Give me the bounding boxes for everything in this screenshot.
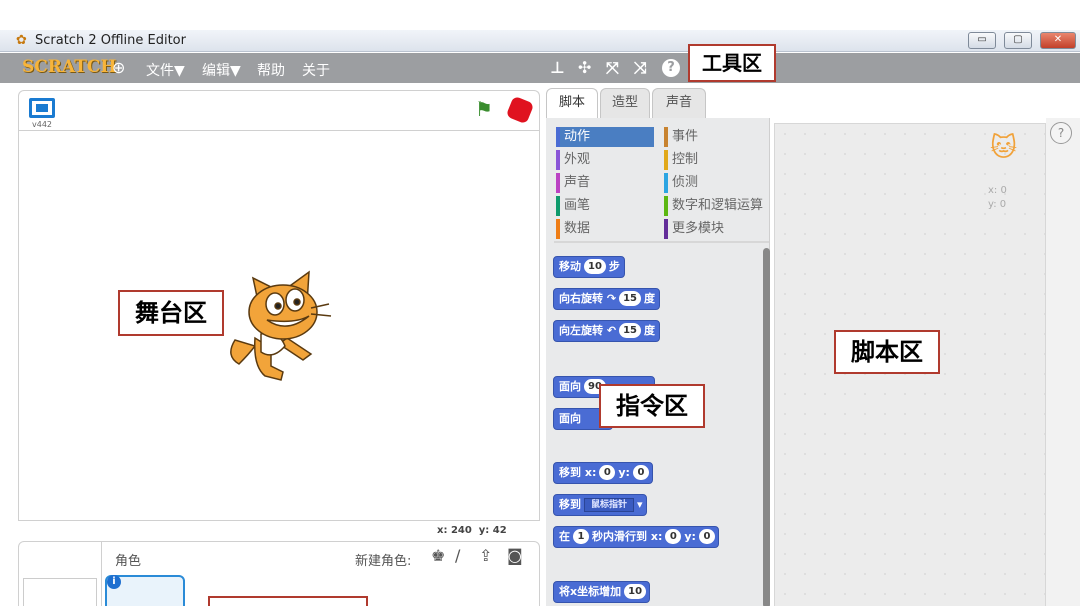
- category-sound[interactable]: 声音: [556, 173, 590, 193]
- palette-divider: [554, 241, 769, 243]
- close-button[interactable]: ✕: [1040, 32, 1076, 49]
- new-sprite-label: 新建角色:: [355, 554, 412, 569]
- menu-file[interactable]: 文件▼: [146, 60, 185, 80]
- stage-area-label: 舞台区: [118, 290, 224, 336]
- info-icon[interactable]: i: [107, 575, 121, 589]
- block-turn-left[interactable]: 向左旋转 ↶ 15 度: [553, 320, 660, 342]
- menu-edit[interactable]: 编辑▼: [202, 60, 241, 80]
- category-operators[interactable]: 数字和逻辑运算: [664, 196, 763, 216]
- green-flag-icon[interactable]: ⚑: [475, 97, 493, 121]
- stop-sign-icon[interactable]: [505, 95, 535, 125]
- category-more-blocks[interactable]: 更多模块: [664, 219, 724, 239]
- block-move[interactable]: 移动 10 步: [553, 256, 625, 278]
- block-change-x[interactable]: 将x坐标增加 10: [553, 581, 651, 603]
- sprites-label: 角色: [115, 554, 142, 569]
- sprite-library-icon[interactable]: ♚: [431, 546, 445, 565]
- shrink-icon[interactable]: ⤨: [634, 58, 647, 78]
- stage-header: v442 ⚑: [18, 90, 540, 130]
- sprite-x-label: x: 0: [988, 185, 1007, 196]
- tab-scripts[interactable]: 脚本: [546, 88, 598, 118]
- right-gutter: [1046, 118, 1080, 606]
- tab-costumes[interactable]: 造型: [600, 88, 650, 118]
- minimize-button[interactable]: ▭: [968, 32, 996, 49]
- category-looks[interactable]: 外观: [556, 150, 590, 170]
- sprite-preview-icon: 🐱: [990, 133, 1018, 163]
- scratch-cat-icon: ✿: [16, 33, 27, 48]
- window-titlebar: ✿ Scratch 2 Offline Editor ▭ ▢ ✕: [0, 30, 1080, 52]
- version-label: v442: [32, 120, 53, 129]
- toolbar-area-label: 工具区: [688, 44, 776, 82]
- help-question-icon[interactable]: ?: [1050, 122, 1072, 144]
- cat-sprite[interactable]: [225, 268, 335, 386]
- menu-help[interactable]: 帮助: [257, 60, 285, 80]
- block-goto[interactable]: 移到 鼠标指针 ▾: [553, 494, 648, 516]
- palette-area-label: 指令区: [599, 384, 705, 428]
- help-question-icon[interactable]: ?: [662, 59, 680, 77]
- goto-target-dropdown[interactable]: 鼠标指针: [584, 498, 635, 512]
- fullscreen-icon[interactable]: [29, 98, 55, 118]
- tab-sounds[interactable]: 声音: [652, 88, 706, 118]
- palette-scrollbar[interactable]: [763, 248, 770, 606]
- block-turn-right[interactable]: 向右旋转 ↷ 15 度: [553, 288, 660, 310]
- grow-icon[interactable]: ⤧: [606, 58, 619, 78]
- duplicate-stamp-icon[interactable]: ⊥: [550, 58, 565, 77]
- coord-x-value: 240: [450, 525, 472, 536]
- block-glide[interactable]: 在 1 秒内滑行到 x: 0 y: 0: [553, 526, 719, 548]
- maximize-button[interactable]: ▢: [1004, 32, 1032, 49]
- paint-brush-icon[interactable]: /: [455, 546, 460, 565]
- sprite-y-label: y: 0: [988, 199, 1007, 210]
- stage-thumbnail[interactable]: [23, 578, 97, 606]
- coord-y-value: 42: [492, 525, 507, 536]
- delete-scissors-icon[interactable]: ✣: [578, 58, 591, 77]
- sprite-area-label: [208, 596, 368, 606]
- category-motion[interactable]: 动作: [556, 127, 654, 147]
- script-area-label: 脚本区: [834, 330, 940, 374]
- camera-icon[interactable]: ◙: [507, 546, 523, 565]
- scratch-logo[interactable]: SCRATCH: [22, 57, 116, 77]
- category-control[interactable]: 控制: [664, 150, 698, 170]
- menu-bar: SCRATCH ⊕ 文件▼ 编辑▼ 帮助 关于 ⊥ ✣ ⤧ ⤨ ?: [0, 53, 1080, 83]
- block-goto-xy[interactable]: 移到 x: 0 y: 0: [553, 462, 653, 484]
- language-globe-icon[interactable]: ⊕: [112, 58, 125, 77]
- sprite-panel-divider: [101, 542, 102, 606]
- mouse-coordinates: x: 240 y: 42: [437, 525, 507, 536]
- category-events[interactable]: 事件: [664, 127, 698, 147]
- category-data[interactable]: 数据: [556, 219, 590, 239]
- window-title: Scratch 2 Offline Editor: [35, 33, 186, 48]
- category-pen[interactable]: 画笔: [556, 196, 590, 216]
- upload-icon[interactable]: ⇪: [479, 546, 492, 565]
- category-sensing[interactable]: 侦测: [664, 173, 698, 193]
- menu-about[interactable]: 关于: [302, 60, 330, 80]
